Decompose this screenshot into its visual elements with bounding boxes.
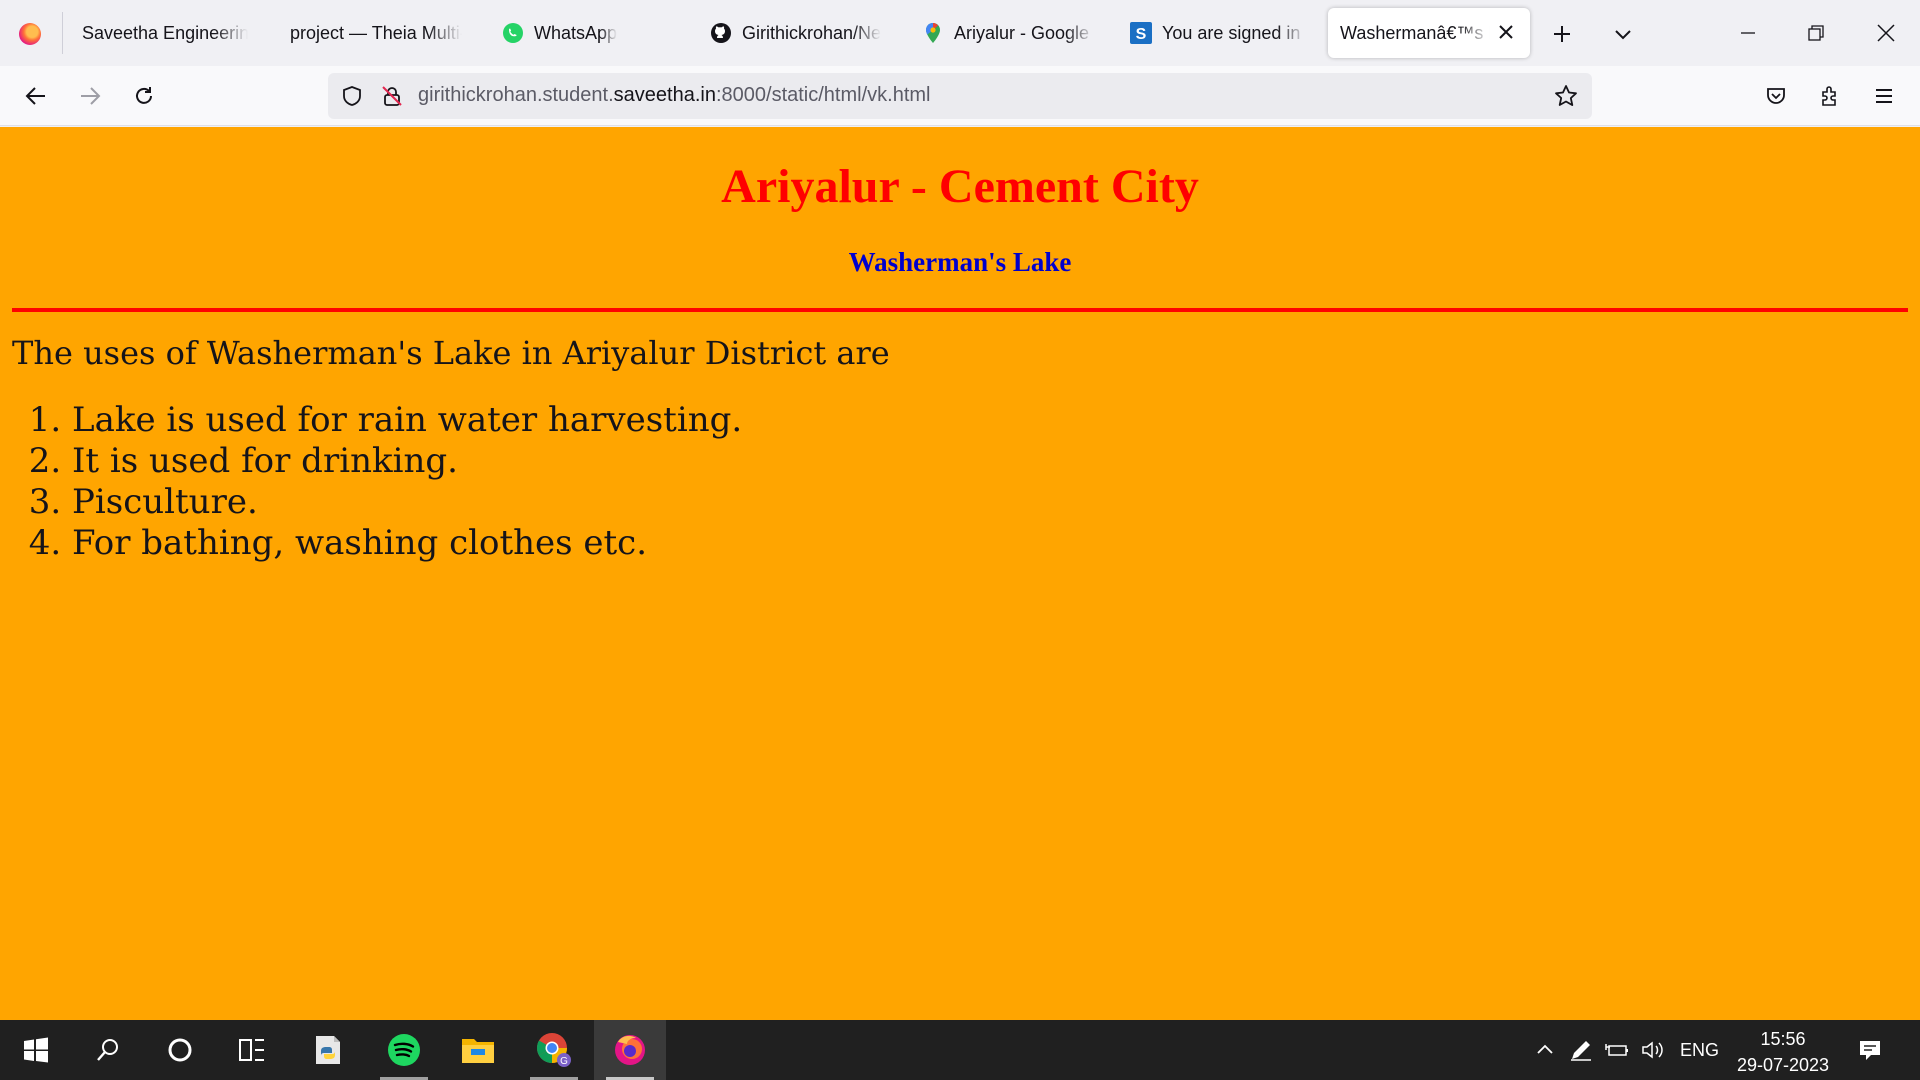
show-hidden-icons-button[interactable] bbox=[1530, 1020, 1560, 1080]
list-all-tabs-button[interactable] bbox=[1603, 14, 1643, 54]
tab-strip: Saveetha Engineering project — Theia Mul… bbox=[0, 0, 1920, 66]
reload-button[interactable] bbox=[122, 74, 166, 118]
taskbar-app-spotify[interactable] bbox=[368, 1020, 440, 1080]
saveetha-s-icon: S bbox=[1130, 22, 1152, 44]
pocket-icon bbox=[1767, 88, 1785, 104]
puzzle-icon bbox=[1822, 86, 1836, 106]
tab-label: Saveetha Engineering bbox=[82, 22, 248, 43]
cortana-icon bbox=[168, 1038, 192, 1062]
taskbar-app-firefox[interactable] bbox=[594, 1020, 666, 1080]
cortana-button[interactable] bbox=[144, 1020, 216, 1080]
google-maps-icon bbox=[922, 22, 944, 44]
clock-date: 29-07-2023 bbox=[1736, 1055, 1830, 1075]
svg-text:S: S bbox=[1136, 26, 1147, 43]
insecure-lock-icon[interactable] bbox=[380, 84, 404, 108]
shield-icon[interactable] bbox=[340, 84, 364, 108]
new-tab-button[interactable] bbox=[1542, 14, 1582, 54]
taskbar-search-button[interactable] bbox=[72, 1020, 144, 1080]
taskbar-app-chrome[interactable]: G bbox=[518, 1020, 590, 1080]
firefox-icon bbox=[19, 23, 41, 45]
python-notepad-icon bbox=[316, 1036, 340, 1064]
notification-icon bbox=[1860, 1041, 1880, 1060]
battery-tray-button[interactable] bbox=[1602, 1020, 1632, 1080]
url-suffix: :8000/static/html/vk.html bbox=[715, 84, 931, 106]
tab-label: Ariyalur - Google M bbox=[954, 22, 1094, 43]
tab-saveetha-engineering[interactable]: Saveetha Engineering bbox=[70, 8, 260, 58]
chevron-up-icon bbox=[1537, 1044, 1553, 1054]
horizontal-rule bbox=[12, 308, 1908, 312]
chevron-down-icon bbox=[1615, 30, 1631, 40]
windows-start-icon bbox=[24, 1037, 48, 1063]
action-center-button[interactable] bbox=[1848, 1020, 1892, 1080]
tab-label: project — Theia Multi- bbox=[290, 22, 462, 43]
list-item: For bathing, washing clothes etc. bbox=[72, 523, 742, 564]
back-button[interactable] bbox=[14, 74, 58, 118]
url-host: saveetha.in bbox=[613, 84, 716, 106]
task-view-button[interactable] bbox=[216, 1020, 288, 1080]
close-icon bbox=[1877, 24, 1895, 42]
navigation-toolbar: girithickrohan.student.saveetha.in:8000/… bbox=[0, 66, 1920, 126]
windows-taskbar: G ENG 15:56 29-07-2023 bbox=[0, 1020, 1920, 1080]
page-content: Ariyalur - Cement City Washerman's Lake … bbox=[0, 127, 1920, 1020]
url-prefix: girithickrohan.student. bbox=[418, 84, 614, 106]
intro-paragraph: The uses of Washerman's Lake in Ariyalur… bbox=[12, 334, 890, 372]
extensions-button[interactable] bbox=[1808, 74, 1852, 118]
tab-github[interactable]: Girithickrohan/Ne bbox=[698, 8, 894, 58]
start-button[interactable] bbox=[0, 1020, 72, 1080]
page-title: Ariyalur - Cement City bbox=[721, 160, 1199, 213]
list-item: Lake is used for rain water harvesting. bbox=[72, 400, 742, 441]
minimize-button[interactable] bbox=[1714, 0, 1782, 66]
task-view-icon bbox=[239, 1039, 264, 1061]
arrow-right-icon bbox=[81, 87, 101, 105]
search-icon bbox=[97, 1039, 118, 1061]
tab-theia-project[interactable]: project — Theia Multi- bbox=[278, 8, 474, 58]
url-text[interactable]: girithickrohan.student.saveetha.in:8000/… bbox=[418, 84, 931, 107]
file-explorer-icon bbox=[462, 1039, 494, 1063]
clock-time: 15:56 bbox=[1760, 1029, 1806, 1049]
page-subtitle: Washerman's Lake bbox=[848, 247, 1072, 277]
minimize-icon bbox=[1741, 32, 1755, 34]
list-item: Pisculture. bbox=[72, 482, 742, 523]
pen-icon bbox=[1571, 1041, 1591, 1061]
tab-label: Girithickrohan/Ne bbox=[742, 22, 882, 43]
tab-washerman-lake[interactable]: Washermanâ€™s La bbox=[1328, 8, 1530, 58]
input-language-indicator[interactable]: ENG bbox=[1680, 1040, 1719, 1061]
tab-label: You are signed in a bbox=[1162, 22, 1306, 43]
tab-divider bbox=[62, 12, 63, 54]
chrome-icon: G bbox=[536, 1033, 571, 1067]
volume-tray-button[interactable] bbox=[1638, 1020, 1670, 1080]
address-bar[interactable]: girithickrohan.student.saveetha.in:8000/… bbox=[328, 73, 1592, 119]
firefox-icon bbox=[615, 1035, 645, 1065]
github-icon bbox=[710, 22, 732, 44]
svg-text:G: G bbox=[560, 1056, 568, 1067]
bookmark-star-icon[interactable] bbox=[1554, 84, 1578, 108]
tab-label: Washermanâ€™s La bbox=[1340, 22, 1490, 43]
reload-icon bbox=[136, 87, 152, 104]
taskbar-app-file-explorer[interactable] bbox=[442, 1020, 514, 1080]
taskbar-clock[interactable]: 15:56 29-07-2023 bbox=[1730, 1026, 1836, 1078]
arrow-left-icon bbox=[25, 87, 45, 105]
app-menu-button[interactable] bbox=[1862, 74, 1906, 118]
firefox-view-button[interactable] bbox=[10, 14, 50, 54]
close-tab-icon[interactable] bbox=[1498, 22, 1514, 44]
pen-tray-button[interactable] bbox=[1566, 1020, 1596, 1080]
hamburger-menu-icon bbox=[1876, 89, 1892, 103]
restore-button[interactable] bbox=[1782, 0, 1850, 66]
list-item: It is used for drinking. bbox=[72, 441, 742, 482]
whatsapp-icon bbox=[502, 22, 524, 44]
tab-whatsapp[interactable]: WhatsApp bbox=[490, 8, 680, 58]
restore-icon bbox=[1808, 25, 1824, 41]
tab-saveetha-signed-in[interactable]: S You are signed in a bbox=[1118, 8, 1318, 58]
plus-icon bbox=[1554, 26, 1570, 42]
pocket-button[interactable] bbox=[1754, 74, 1798, 118]
close-window-button[interactable] bbox=[1852, 0, 1920, 66]
battery-plug-icon bbox=[1605, 1044, 1628, 1056]
spotify-icon bbox=[388, 1034, 420, 1066]
tab-google-maps[interactable]: Ariyalur - Google M bbox=[910, 8, 1106, 58]
uses-list: Lake is used for rain water harvesting. … bbox=[72, 400, 742, 564]
speaker-icon bbox=[1642, 1041, 1663, 1059]
taskbar-app-python-notepad[interactable] bbox=[292, 1020, 364, 1080]
tab-label: WhatsApp bbox=[534, 22, 618, 43]
forward-button[interactable] bbox=[68, 74, 112, 118]
